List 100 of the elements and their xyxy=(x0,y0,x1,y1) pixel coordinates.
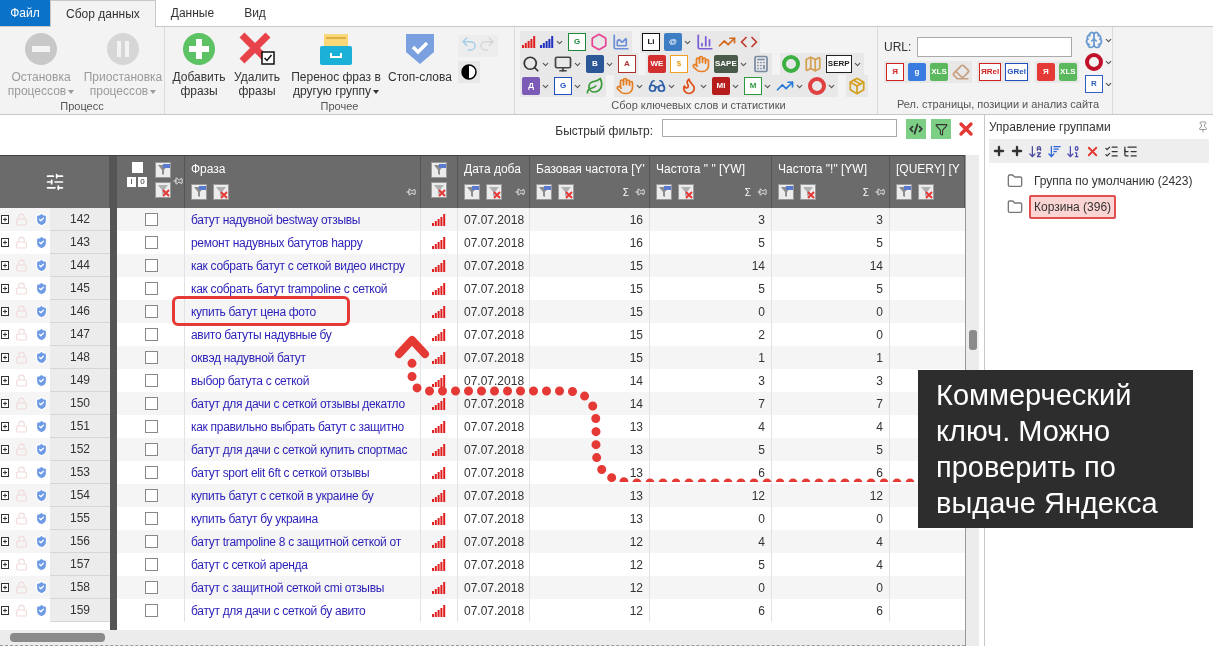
tool-button[interactable]: G xyxy=(566,31,588,53)
filter-icon[interactable] xyxy=(778,184,794,200)
tool-button[interactable]: Я xyxy=(1034,61,1057,83)
select-all-checkbox[interactable] xyxy=(131,162,143,173)
column-header[interactable]: Частота " " [YW] xyxy=(656,160,767,178)
shield-check-icon[interactable] xyxy=(34,603,49,618)
quick-filter-field[interactable] xyxy=(662,119,897,137)
expand-icon[interactable] xyxy=(1,583,9,592)
scrollbar-thumb[interactable] xyxy=(10,633,105,642)
group-item[interactable]: Группа по умолчанию (2423) xyxy=(1029,169,1198,193)
sum-mark[interactable]: Σ xyxy=(744,184,751,200)
expand-icon[interactable] xyxy=(1,560,9,569)
row-checkbox[interactable] xyxy=(145,213,158,226)
clear-filter-icon[interactable] xyxy=(486,184,502,200)
add-icon[interactable] xyxy=(992,144,1006,158)
horizontal-scrollbar[interactable] xyxy=(0,630,965,646)
column-header[interactable]: Фраза xyxy=(191,160,416,178)
column-header[interactable]: Частота "!" [YW] xyxy=(778,160,885,178)
shield-check-icon[interactable] xyxy=(34,235,49,250)
tool-button[interactable]: M xyxy=(742,75,774,97)
ribbon-tab[interactable]: Данные xyxy=(155,0,230,26)
shield-check-icon[interactable] xyxy=(34,511,49,526)
shield-check-icon[interactable] xyxy=(34,534,49,549)
expand-icon[interactable] xyxy=(1,353,9,362)
clear-filter-icon[interactable] xyxy=(558,184,574,200)
shield-check-icon[interactable] xyxy=(34,327,49,342)
row-checkbox[interactable] xyxy=(145,466,158,479)
expand-icon[interactable] xyxy=(1,399,9,408)
ribbon-tab[interactable]: Вид xyxy=(229,0,281,26)
row-checkbox[interactable] xyxy=(145,305,158,318)
row-checkbox[interactable] xyxy=(145,535,158,548)
scrollbar-thumb[interactable] xyxy=(968,330,977,350)
shield-check-icon[interactable] xyxy=(34,557,49,572)
row-checkbox[interactable] xyxy=(145,512,158,525)
expand-icon[interactable] xyxy=(1,537,9,546)
tool-button[interactable]: GRel xyxy=(1003,61,1030,83)
contrast-button[interactable] xyxy=(458,61,480,83)
row-checkbox[interactable] xyxy=(145,259,158,272)
expand-icon[interactable] xyxy=(1,606,9,615)
sort-az-icon[interactable] xyxy=(1028,143,1043,159)
filter-icon[interactable] xyxy=(536,184,552,200)
expand-icon[interactable] xyxy=(1,330,9,339)
expand-icon[interactable] xyxy=(1,422,9,431)
expand-icon[interactable] xyxy=(1,215,9,224)
select-list-icon[interactable] xyxy=(1104,143,1119,159)
ribbon-button[interactable]: Удалить фразы xyxy=(228,27,286,98)
shield-check-icon[interactable] xyxy=(34,396,49,411)
row-checkbox[interactable] xyxy=(145,397,158,410)
row-checkbox[interactable] xyxy=(145,351,158,364)
add-icon[interactable] xyxy=(1010,144,1024,158)
expand-icon[interactable] xyxy=(1,376,9,385)
clear-filter-icon[interactable] xyxy=(213,184,229,200)
clear-filter-button[interactable] xyxy=(956,119,976,139)
pin-icon[interactable] xyxy=(1197,121,1209,133)
clear-filter-icon[interactable] xyxy=(918,184,934,200)
shield-check-icon[interactable] xyxy=(34,580,49,595)
expand-icon[interactable] xyxy=(1,261,9,270)
pin-icon[interactable] xyxy=(875,187,885,197)
row-checkbox[interactable] xyxy=(145,328,158,341)
tool-button[interactable]: A xyxy=(616,53,638,75)
clear-filter-icon[interactable] xyxy=(431,182,447,198)
expand-icon[interactable] xyxy=(1,284,9,293)
column-header[interactable]: Дата доба xyxy=(464,160,525,178)
sort-number-icon[interactable] xyxy=(1066,143,1081,159)
clear-filter-icon[interactable] xyxy=(800,184,816,200)
filter-icon[interactable] xyxy=(191,184,207,200)
ribbon-tab[interactable]: Сбор данных xyxy=(50,0,156,27)
filter-icon[interactable] xyxy=(464,184,480,200)
tool-button[interactable]: Д xyxy=(520,75,552,97)
row-checkbox[interactable] xyxy=(145,558,158,571)
tool-button[interactable]: Я xyxy=(884,61,906,83)
tool-button[interactable]: SAPE xyxy=(712,53,750,75)
expand-icon[interactable] xyxy=(1,445,9,454)
shield-check-icon[interactable] xyxy=(34,350,49,365)
pin-icon[interactable] xyxy=(757,187,767,197)
ribbon-button[interactable]: Перенос фраз в другую группу xyxy=(286,27,386,98)
shield-check-icon[interactable] xyxy=(34,258,49,273)
row-checkbox[interactable] xyxy=(145,581,158,594)
row-checkbox[interactable] xyxy=(145,489,158,502)
tool-button[interactable]: MI xyxy=(710,75,742,97)
code-toggle-button[interactable] xyxy=(906,119,926,139)
row-checkbox[interactable] xyxy=(145,374,158,387)
column-header[interactable]: Базовая частота [Y' xyxy=(536,160,645,178)
group-item[interactable]: Корзина (396) xyxy=(1029,195,1117,219)
expand-icon[interactable] xyxy=(1,514,9,523)
pin-icon[interactable] xyxy=(173,176,183,186)
shield-check-icon[interactable] xyxy=(34,442,49,457)
tool-button[interactable]: Li xyxy=(640,31,662,53)
expand-icon[interactable] xyxy=(1,468,9,477)
tool-button[interactable]: @ xyxy=(662,31,694,53)
tool-button[interactable]: g xyxy=(906,61,928,83)
filter-icon[interactable] xyxy=(896,184,912,200)
file-tab[interactable]: Файл xyxy=(0,0,50,26)
filter-button[interactable] xyxy=(931,119,951,139)
row-checkbox[interactable] xyxy=(145,282,158,295)
row-checkbox[interactable] xyxy=(145,420,158,433)
expand-icon[interactable] xyxy=(1,238,9,247)
clear-filter-icon[interactable] xyxy=(678,184,694,200)
pin-icon[interactable] xyxy=(406,187,416,197)
shield-check-icon[interactable] xyxy=(34,281,49,296)
